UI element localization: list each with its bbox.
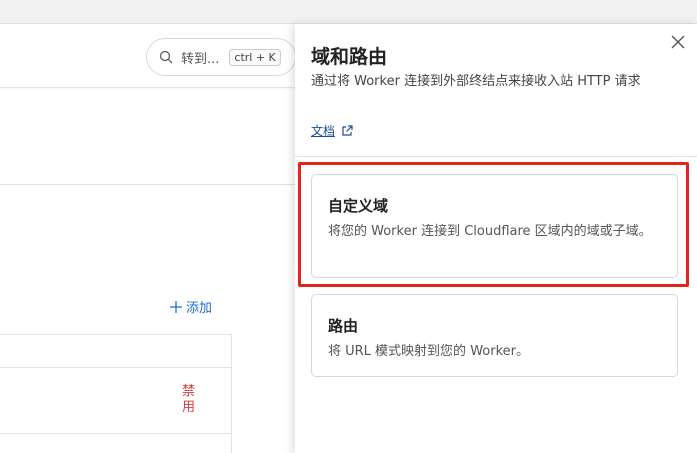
option-description: 将您的 Worker 连接到 Cloudflare 区域内的域或子域。 bbox=[328, 224, 652, 239]
plus-icon bbox=[170, 300, 182, 313]
option-description: 将 URL 模式映射到您的 Worker。 bbox=[328, 344, 529, 359]
custom-domain-option[interactable]: 自定义域 将您的 Worker 连接到 Cloudflare 区域内的域或子域。 bbox=[311, 174, 678, 278]
close-icon[interactable] bbox=[670, 34, 686, 50]
search-icon bbox=[159, 50, 173, 64]
external-link-icon bbox=[342, 124, 353, 136]
disable-link[interactable]: 禁用 bbox=[182, 384, 198, 416]
domains-routes-panel: 域和路由 通过将 Worker 连接到外部终结点来接收入站 HTTP 请求 文档… bbox=[295, 24, 697, 453]
add-button[interactable]: 添加 bbox=[170, 297, 212, 316]
table-row-divider bbox=[0, 433, 232, 434]
docs-label: 文档 bbox=[311, 124, 336, 138]
search-placeholder: 转到... bbox=[181, 51, 220, 67]
route-option[interactable]: 路由 将 URL 模式映射到您的 Worker。 bbox=[311, 294, 678, 377]
add-label: 添加 bbox=[186, 301, 213, 316]
option-title: 路由 bbox=[328, 317, 359, 335]
option-title: 自定义域 bbox=[328, 197, 389, 215]
search-box[interactable]: 转到... ctrl + K bbox=[146, 38, 296, 76]
panel-description: 通过将 Worker 连接到外部终结点来接收入站 HTTP 请求 bbox=[311, 74, 641, 89]
panel-title: 域和路由 bbox=[311, 46, 388, 68]
content-divider bbox=[0, 184, 297, 185]
table-row-divider bbox=[0, 367, 232, 368]
browser-top-strip bbox=[0, 0, 697, 24]
panel-divider bbox=[295, 156, 697, 157]
docs-link[interactable]: 文档 bbox=[311, 122, 353, 139]
search-shortcut-badge: ctrl + K bbox=[229, 48, 281, 66]
